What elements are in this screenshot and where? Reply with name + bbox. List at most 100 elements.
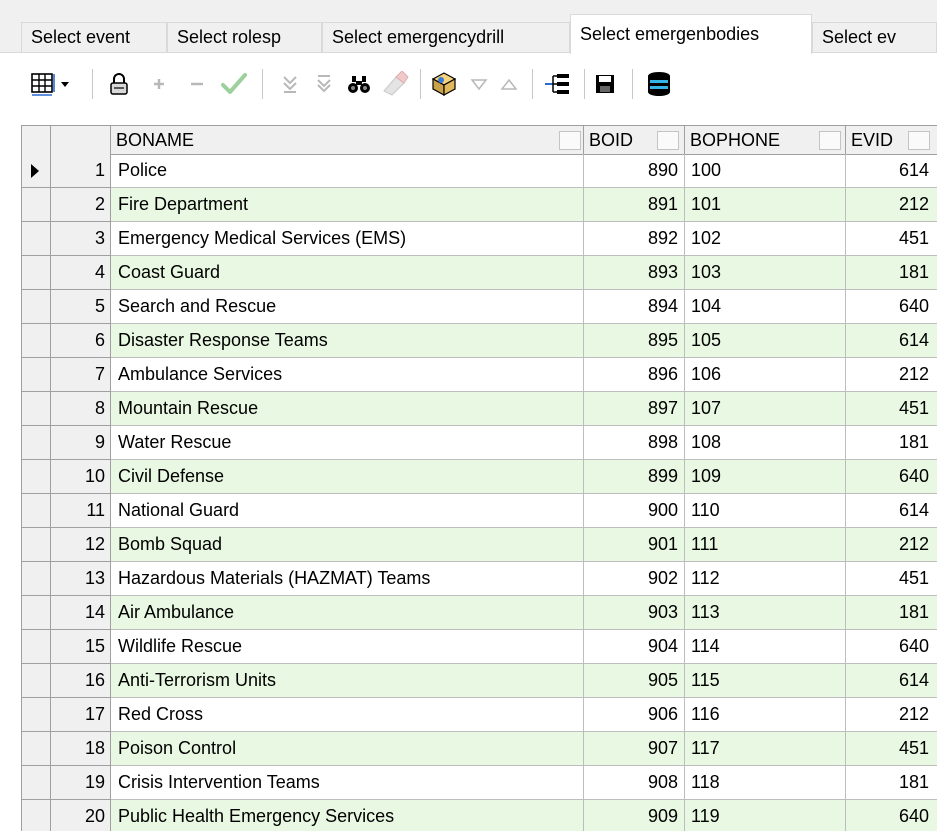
filter-clear-icon[interactable] — [310, 67, 338, 101]
cell-evid[interactable]: 640 — [846, 630, 937, 664]
table-row[interactable]: 8Mountain Rescue⋯897107451 — [22, 392, 937, 426]
tab-select-emergencydrill[interactable]: Select emergencydrill — [322, 22, 570, 52]
cell-bophone[interactable]: 104 — [685, 290, 846, 324]
column-header-boname[interactable]: BONAME — [111, 126, 584, 154]
column-header-boid[interactable]: BOID — [584, 126, 685, 154]
cell-evid[interactable]: 212 — [846, 698, 937, 732]
minus-icon[interactable] — [182, 67, 212, 101]
row-indicator[interactable] — [22, 324, 51, 358]
row-indicator[interactable] — [22, 460, 51, 494]
table-row[interactable]: 19Crisis Intervention Teams⋯908118181 — [22, 766, 937, 800]
table-row[interactable]: 10Civil Defense⋯899109640 — [22, 460, 937, 494]
data-grid[interactable]: BONAME BOID BOPHONE EVID 1Police⋯8901006… — [21, 125, 937, 831]
tab-select-event[interactable]: Select event — [21, 22, 167, 52]
cell-bophone[interactable]: 108 — [685, 426, 846, 460]
cell-boid[interactable]: 891 — [584, 188, 685, 222]
row-number[interactable]: 17 — [51, 698, 111, 732]
cell-boid[interactable]: 902 — [584, 562, 685, 596]
table-row[interactable]: 18Poison Control⋯907117451 — [22, 732, 937, 766]
row-indicator[interactable] — [22, 494, 51, 528]
cell-bophone[interactable]: 115 — [685, 664, 846, 698]
cell-boid[interactable]: 898 — [584, 426, 685, 460]
cell-boname[interactable]: Hazardous Materials (HAZMAT) Teams⋯ — [111, 562, 584, 596]
row-number[interactable]: 19 — [51, 766, 111, 800]
sort-descending-icon[interactable] — [496, 67, 522, 101]
cell-boid[interactable]: 895 — [584, 324, 685, 358]
cell-evid[interactable]: 640 — [846, 460, 937, 494]
row-indicator[interactable] — [22, 154, 51, 188]
row-number[interactable]: 2 — [51, 188, 111, 222]
table-row[interactable]: 3Emergency Medical Services (EMS)⋯892102… — [22, 222, 937, 256]
row-number[interactable]: 1 — [51, 154, 111, 188]
column-filter-button[interactable] — [908, 131, 930, 150]
database-icon[interactable] — [642, 67, 676, 101]
row-number[interactable]: 3 — [51, 222, 111, 256]
plus-icon[interactable] — [144, 67, 174, 101]
cell-boname[interactable]: Disaster Response Teams⋯ — [111, 324, 584, 358]
table-row[interactable]: 5Search and Rescue⋯894104640 — [22, 290, 937, 324]
row-number[interactable]: 5 — [51, 290, 111, 324]
row-number[interactable]: 7 — [51, 358, 111, 392]
cell-evid[interactable]: 451 — [846, 222, 937, 256]
column-header-bophone[interactable]: BOPHONE — [685, 126, 846, 154]
cell-boname[interactable]: Coast Guard⋯ — [111, 256, 584, 290]
table-row[interactable]: 7Ambulance Services⋯896106212 — [22, 358, 937, 392]
cell-evid[interactable]: 181 — [846, 426, 937, 460]
grid-layout-icon[interactable] — [28, 67, 58, 101]
cell-boid[interactable]: 892 — [584, 222, 685, 256]
cell-evid[interactable]: 451 — [846, 562, 937, 596]
cell-evid[interactable]: 181 — [846, 596, 937, 630]
row-indicator[interactable] — [22, 358, 51, 392]
table-row[interactable]: 13Hazardous Materials (HAZMAT) Teams⋯902… — [22, 562, 937, 596]
cell-evid[interactable]: 614 — [846, 324, 937, 358]
dropdown-arrow-icon[interactable] — [58, 67, 72, 101]
cell-boid[interactable]: 899 — [584, 460, 685, 494]
table-row[interactable]: 11National Guard⋯900110614 — [22, 494, 937, 528]
cell-boname[interactable]: Police⋯ — [111, 154, 584, 188]
cell-boname[interactable]: Bomb Squad⋯ — [111, 528, 584, 562]
cell-boid[interactable]: 907 — [584, 732, 685, 766]
cell-boid[interactable]: 894 — [584, 290, 685, 324]
cell-boid[interactable]: 897 — [584, 392, 685, 426]
cell-bophone[interactable]: 113 — [685, 596, 846, 630]
cell-boid[interactable]: 908 — [584, 766, 685, 800]
row-number[interactable]: 10 — [51, 460, 111, 494]
row-number[interactable]: 15 — [51, 630, 111, 664]
cell-bophone[interactable]: 109 — [685, 460, 846, 494]
cell-boid[interactable]: 893 — [584, 256, 685, 290]
column-filter-button[interactable] — [819, 131, 841, 150]
cell-bophone[interactable]: 107 — [685, 392, 846, 426]
cell-boid[interactable]: 903 — [584, 596, 685, 630]
cell-bophone[interactable]: 114 — [685, 630, 846, 664]
cell-evid[interactable]: 451 — [846, 392, 937, 426]
row-number[interactable]: 16 — [51, 664, 111, 698]
table-row[interactable]: 20Public Health Emergency Services⋯90911… — [22, 800, 937, 831]
column-header-evid[interactable]: EVID — [846, 126, 937, 154]
table-row[interactable]: 17Red Cross⋯906116212 — [22, 698, 937, 732]
cell-bophone[interactable]: 118 — [685, 766, 846, 800]
cell-boid[interactable]: 904 — [584, 630, 685, 664]
cell-bophone[interactable]: 119 — [685, 800, 846, 831]
row-indicator[interactable] — [22, 290, 51, 324]
cell-bophone[interactable]: 112 — [685, 562, 846, 596]
cell-boname[interactable]: Public Health Emergency Services⋯ — [111, 800, 584, 831]
cell-boname[interactable]: Mountain Rescue⋯ — [111, 392, 584, 426]
table-row[interactable]: 9Water Rescue⋯898108181 — [22, 426, 937, 460]
lock-icon[interactable] — [104, 67, 134, 101]
cell-bophone[interactable]: 102 — [685, 222, 846, 256]
row-number[interactable]: 11 — [51, 494, 111, 528]
cell-evid[interactable]: 212 — [846, 358, 937, 392]
row-number[interactable]: 4 — [51, 256, 111, 290]
cell-bophone[interactable]: 103 — [685, 256, 846, 290]
cell-bophone[interactable]: 110 — [685, 494, 846, 528]
table-row[interactable]: 6Disaster Response Teams⋯895105614 — [22, 324, 937, 358]
tree-icon[interactable] — [540, 67, 574, 101]
cell-boname[interactable]: Red Cross⋯ — [111, 698, 584, 732]
row-number[interactable]: 8 — [51, 392, 111, 426]
row-indicator[interactable] — [22, 256, 51, 290]
cell-boname[interactable]: Search and Rescue⋯ — [111, 290, 584, 324]
row-indicator[interactable] — [22, 222, 51, 256]
cell-boname[interactable]: Crisis Intervention Teams⋯ — [111, 766, 584, 800]
tab-select-rolesp[interactable]: Select rolesp — [167, 22, 322, 52]
row-number[interactable]: 9 — [51, 426, 111, 460]
